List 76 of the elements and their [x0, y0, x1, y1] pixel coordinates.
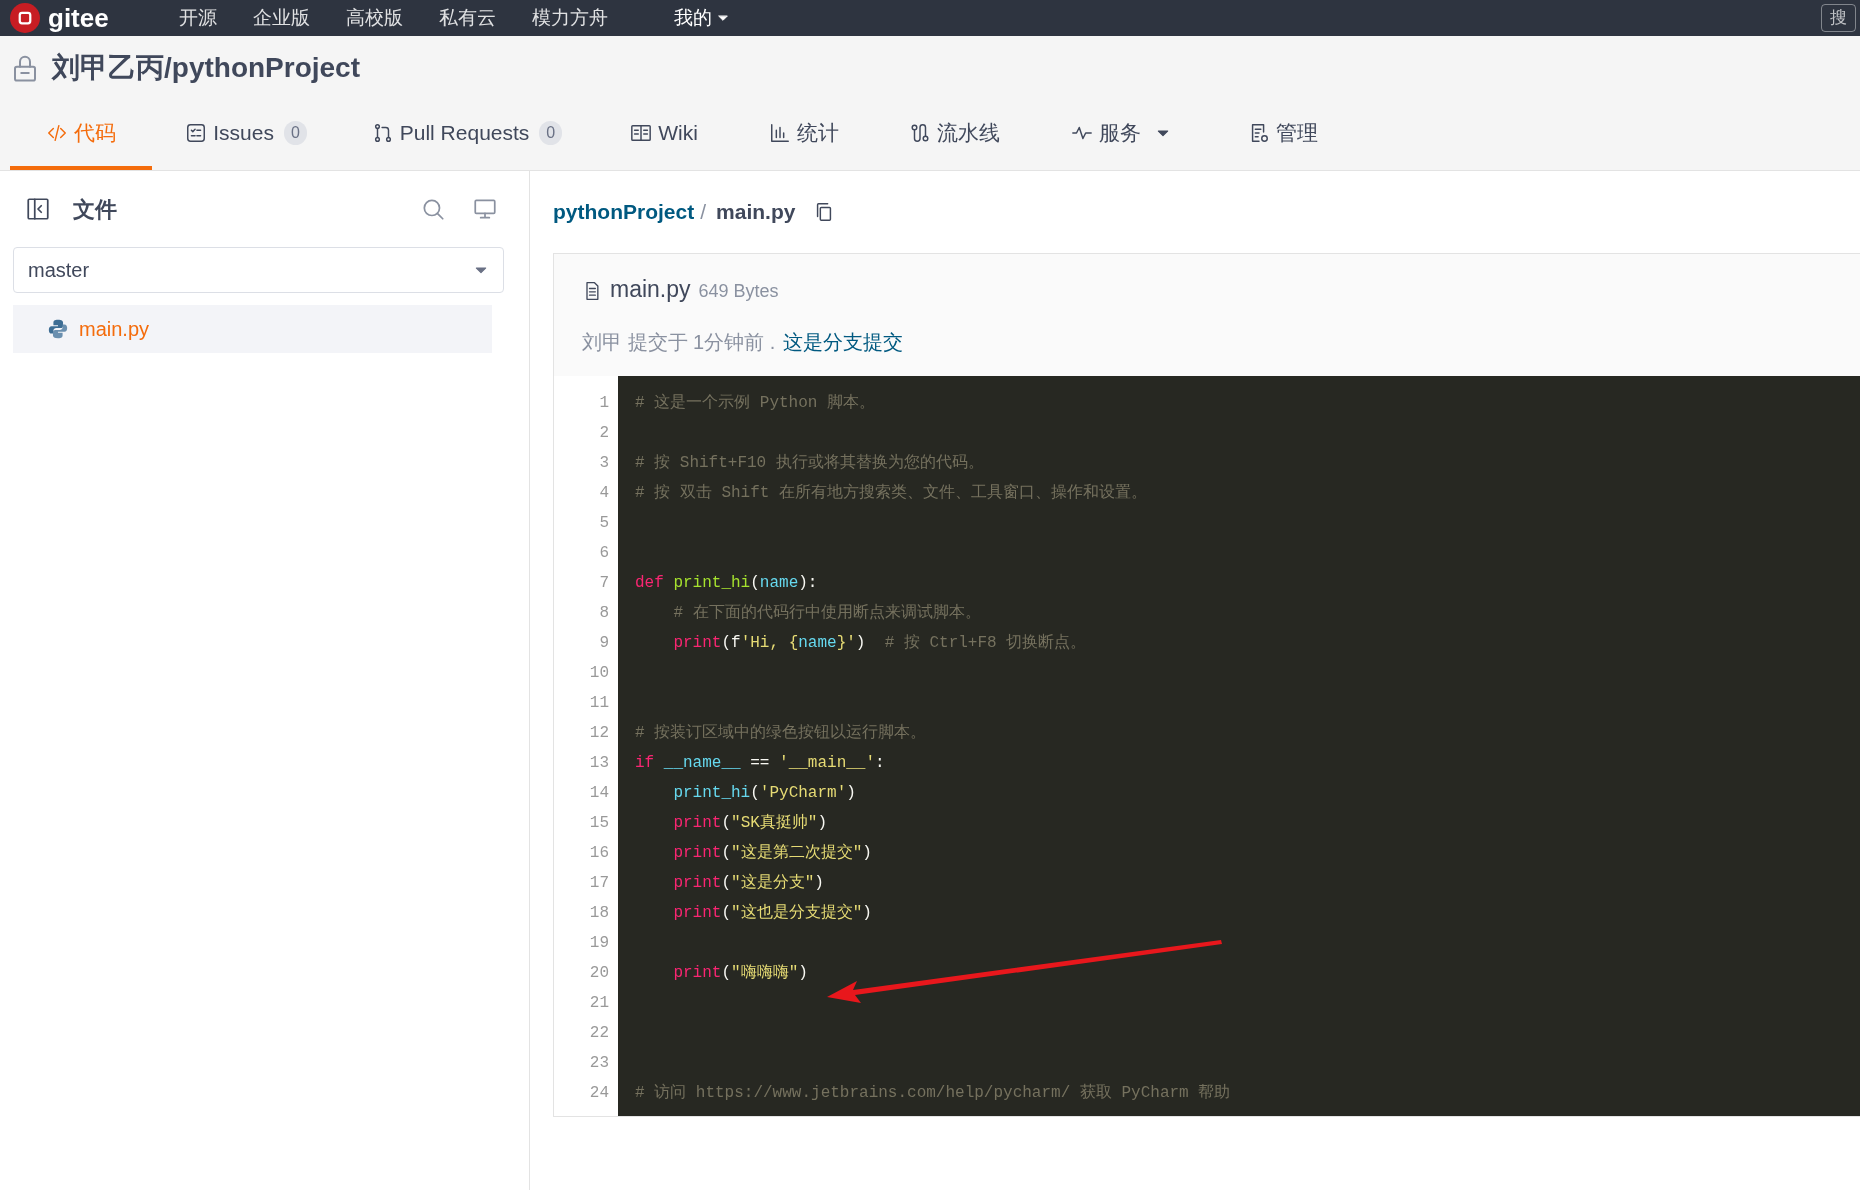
line-number: 10	[588, 663, 609, 684]
breadcrumb-file: main.py	[716, 199, 796, 226]
line-number: 11	[588, 693, 609, 714]
line-number: 20	[588, 963, 609, 984]
pipeline-icon	[908, 122, 931, 144]
line-number: 3	[598, 453, 609, 474]
tab[interactable]: 流水线	[874, 100, 1034, 170]
line-number: 16	[588, 843, 609, 864]
user-menu[interactable]: 我的	[673, 5, 730, 31]
nav-link[interactable]: 高校版	[345, 5, 403, 31]
code-line: # 这是一个示例 Python 脚本。	[635, 392, 876, 414]
repo-title: 刘甲乙丙/pythonProject	[52, 51, 360, 85]
gitee-logo[interactable]: gitee	[10, 2, 109, 34]
python-icon	[47, 318, 69, 340]
line-number: 4	[598, 483, 609, 504]
code-line: # 访问 https://www.jetbrains.com/help/pycharm/ 获取 PyCharm 帮助	[635, 1082, 1232, 1104]
line-number: 14	[588, 783, 609, 804]
line-number: 17	[588, 873, 609, 894]
monitor-icon	[472, 196, 498, 222]
code-line: print("嗨嗨嗨")	[672, 963, 809, 984]
line-number: 6	[598, 543, 609, 564]
code-icon	[46, 122, 68, 144]
code-line: print("这是第二次提交")	[672, 842, 873, 864]
file-size: 649 Bytes	[698, 279, 779, 303]
line-number: 13	[588, 753, 609, 774]
line-number: 7	[598, 573, 609, 594]
tab[interactable]: 服务	[1034, 100, 1208, 170]
tab[interactable]: 统计	[734, 100, 874, 170]
line-number: 1	[598, 393, 609, 414]
branch-select[interactable]: master	[13, 247, 504, 293]
line-number: 19	[588, 933, 609, 954]
monitor-button[interactable]	[472, 196, 498, 222]
checklist-icon	[185, 122, 208, 144]
nav-link[interactable]: 企业版	[252, 5, 310, 31]
code-line: print_hi('PyCharm')	[672, 783, 857, 804]
line-number: 2	[598, 423, 609, 444]
code-line: print("SK真挺帅")	[672, 813, 829, 834]
nav-link[interactable]: 私有云	[438, 5, 496, 31]
line-number: 23	[588, 1053, 609, 1074]
bar-chart-icon	[769, 122, 791, 144]
search-button[interactable]: 搜	[1821, 4, 1856, 32]
line-number: 24	[588, 1083, 609, 1104]
tab[interactable]: Pull Requests 0	[340, 100, 594, 170]
code-line: print("这也是分支提交")	[672, 902, 873, 924]
line-number: 18	[588, 903, 609, 924]
code-line: print(f'Hi, {name}') # 按 Ctrl+F8 切换断点。	[672, 632, 1088, 654]
tab[interactable]: 管理	[1208, 100, 1358, 170]
commit-info: 刘甲 提交于 1分钟前 .	[582, 329, 776, 355]
breadcrumb-link[interactable]: pythonProject	[553, 196, 695, 228]
line-number: 8	[598, 603, 609, 624]
code-line: # 在下面的代码行中使用断点来调试脚本。	[672, 602, 982, 624]
panel-toggle-icon	[25, 196, 51, 222]
nav-link[interactable]: 开源	[178, 5, 217, 31]
nav-link[interactable]: 模力方舟	[531, 5, 608, 31]
code-line: # 按 Shift+F10 执行或将其替换为您的代码。	[635, 453, 985, 474]
code-line: print("这是分支")	[672, 872, 825, 894]
line-number: 21	[588, 993, 609, 1014]
sidebar-title: 文件	[73, 195, 117, 224]
breadcrumb-separator: /	[700, 199, 707, 226]
line-number: 15	[588, 813, 609, 834]
logo-icon	[16, 9, 34, 27]
commit-link[interactable]: 这是分支提交	[783, 326, 904, 357]
line-number: 12	[588, 723, 609, 744]
book-icon	[630, 122, 653, 144]
code-line: def print_hi(name):	[635, 573, 819, 594]
code-line: # 按 双击 Shift 在所有地方搜索类、文件、工具窗口、操作和设置。	[635, 482, 1148, 504]
count-badge: 0	[283, 121, 307, 145]
code-line: if __name__ == '__main__':	[635, 753, 886, 774]
line-number: 22	[588, 1023, 609, 1044]
tab[interactable]: Issues 0	[152, 100, 340, 170]
line-number: 9	[598, 633, 609, 654]
line-number: 5	[598, 513, 609, 534]
code-line: # 按装订区域中的绿色按钮以运行脚本。	[635, 723, 928, 744]
tab[interactable]: Wiki	[594, 100, 734, 170]
count-badge: 0	[539, 121, 563, 145]
file-name: main.py	[610, 275, 691, 304]
